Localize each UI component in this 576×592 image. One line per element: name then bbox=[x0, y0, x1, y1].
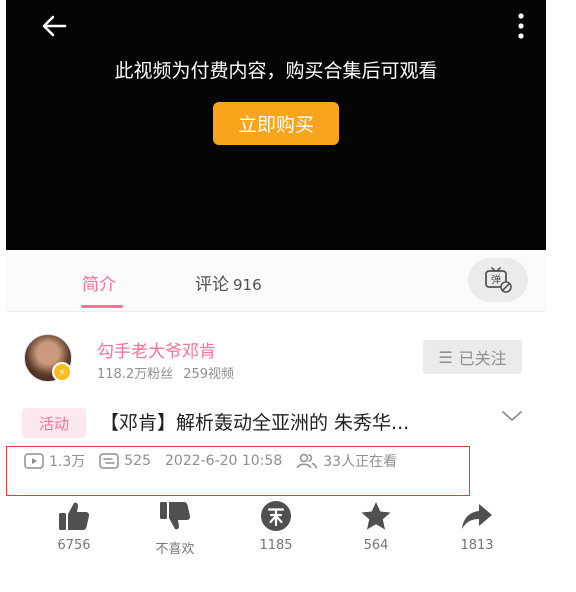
dislike-button[interactable]: 不喜欢 bbox=[135, 496, 215, 557]
danmaku-toggle-button[interactable]: 弹 bbox=[468, 258, 528, 302]
tab-bar: 简介 评论 916 弹 bbox=[6, 250, 546, 312]
star-icon bbox=[361, 502, 391, 530]
thumbs-down-icon bbox=[160, 502, 191, 530]
favorite-count: 564 bbox=[363, 538, 389, 553]
uploader-stats: 118.2万粉丝 259视频 bbox=[97, 363, 234, 382]
annotation-highlight-box bbox=[6, 446, 470, 496]
danmaku-off-icon: 弹 bbox=[485, 267, 512, 293]
video-player[interactable]: 此视频为付费内容，购买合集后可观看 立即购买 bbox=[6, 0, 546, 250]
dislike-label: 不喜欢 bbox=[155, 542, 195, 557]
svg-text:弹: 弹 bbox=[491, 273, 501, 286]
paywall-message: 此视频为付费内容，购买合集后可观看 bbox=[114, 60, 438, 82]
share-count: 1813 bbox=[460, 538, 494, 553]
tab-comments-label: 评论 bbox=[195, 275, 229, 295]
like-button[interactable]: 6756 bbox=[34, 496, 114, 553]
share-button[interactable]: 1813 bbox=[437, 496, 517, 553]
coin-icon bbox=[261, 501, 291, 531]
menu-lines-icon: ☰ bbox=[438, 347, 453, 367]
coin-button[interactable]: 1185 bbox=[236, 496, 316, 553]
expand-description-button[interactable] bbox=[500, 406, 524, 426]
follower-count: 118.2万粉丝 bbox=[97, 367, 174, 382]
more-vertical-icon bbox=[518, 13, 524, 39]
chevron-down-icon bbox=[502, 411, 522, 421]
like-count: 6756 bbox=[57, 538, 91, 553]
tab-intro[interactable]: 简介 bbox=[82, 270, 116, 295]
thumbs-up-icon bbox=[59, 502, 90, 530]
back-button[interactable] bbox=[36, 10, 72, 42]
follow-button-label: 已关注 bbox=[458, 349, 507, 368]
favorite-button[interactable]: 564 bbox=[336, 496, 416, 553]
activity-tag[interactable]: 活动 bbox=[22, 408, 86, 438]
back-arrow-icon bbox=[42, 15, 67, 37]
video-count: 259视频 bbox=[183, 367, 235, 382]
verified-badge-icon: ⚡ bbox=[52, 362, 72, 382]
share-arrow-icon bbox=[462, 504, 492, 529]
active-tab-indicator bbox=[81, 305, 123, 308]
follow-button[interactable]: ☰ 已关注 bbox=[423, 340, 522, 374]
comment-count: 916 bbox=[233, 276, 262, 294]
action-bar: 6756 不喜欢 1185 564 1813 bbox=[0, 496, 576, 560]
coin-count: 1185 bbox=[259, 538, 293, 553]
more-button[interactable] bbox=[506, 10, 536, 42]
video-title: 【邓肯】解析轰动全亚洲的 朱秀华... bbox=[100, 412, 410, 434]
buy-now-button[interactable]: 立即购买 bbox=[213, 102, 339, 145]
tab-comments[interactable]: 评论 916 bbox=[195, 270, 262, 295]
uploader-name[interactable]: 勾手老大爷邓肯 bbox=[97, 337, 216, 362]
